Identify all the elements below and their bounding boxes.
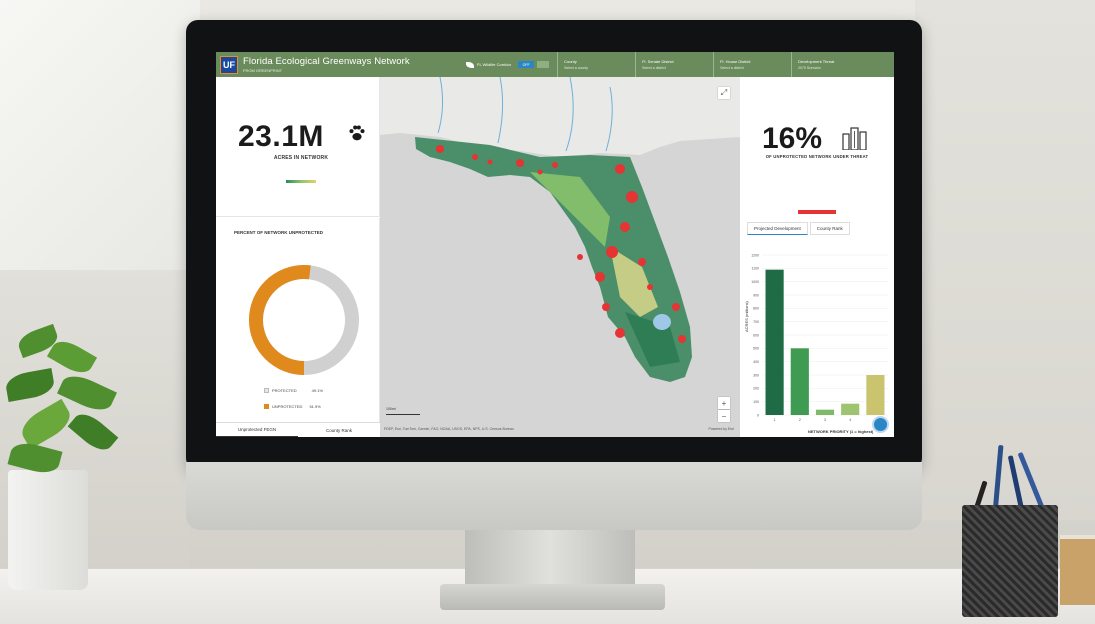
dashboard-screen: UF Florida Ecological Greenways Network … bbox=[216, 52, 894, 437]
toggle-label: FL Wildlife Corridor bbox=[477, 62, 512, 67]
filter-development-threat[interactable]: Development Threat 2070 Scenario bbox=[792, 52, 869, 77]
filter-label: Fl. House District bbox=[720, 59, 751, 64]
y-tick-label: 1100 bbox=[751, 267, 759, 271]
filter-value: 2070 Scenario bbox=[798, 66, 821, 70]
threat-bar bbox=[798, 210, 836, 214]
development-bar-chart[interactable]: 0 100 200 300 400 500 600 700 800 900 1000 1100 1200… bbox=[740, 237, 894, 437]
filter-label: County bbox=[564, 59, 577, 64]
bar-priority-3 bbox=[815, 409, 835, 415]
app-header: UF Florida Ecological Greenways Network … bbox=[216, 52, 894, 77]
swatch-unprotected bbox=[264, 404, 269, 409]
filter-value: Select a district bbox=[720, 66, 744, 70]
filter-label: Fl. Senate District bbox=[642, 59, 674, 64]
acres-stat: 23.1M bbox=[238, 120, 324, 153]
filter-house-district[interactable]: Fl. House District Select a district bbox=[714, 52, 791, 77]
left-tabs: Unprotected FEGN County Rank bbox=[216, 422, 380, 437]
y-tick-label: 1000 bbox=[751, 280, 759, 284]
app-subtitle: FROM GREENPRINT bbox=[243, 68, 283, 73]
tab-unprotected-fegn[interactable]: Unprotected FEGN bbox=[216, 423, 298, 437]
y-tick-label: 0 bbox=[757, 413, 759, 417]
background-wall-right bbox=[915, 0, 1095, 520]
paw-icon bbox=[349, 125, 365, 141]
leaf-icon bbox=[466, 61, 474, 68]
bar-priority-2 bbox=[790, 348, 809, 415]
filter-senate-district[interactable]: Fl. Senate District Select a district bbox=[636, 52, 713, 77]
x-tick-label: 2 bbox=[799, 418, 801, 422]
swatch-protected bbox=[264, 388, 269, 393]
x-tick-label: 1 bbox=[774, 418, 776, 422]
right-tabs: Projected Development County Rank bbox=[747, 222, 850, 235]
filter-county[interactable]: County Select a county bbox=[558, 52, 635, 77]
y-tick-label: 100 bbox=[753, 400, 759, 404]
map-powered-by[interactable]: Powered by Esri bbox=[709, 427, 734, 431]
pen-cup bbox=[962, 505, 1058, 617]
y-tick-label: 1200 bbox=[751, 253, 759, 257]
map-attribution: FDEP, Esri, TomTom, Garmin, FAO, NOAA, U… bbox=[384, 427, 514, 431]
bar-priority-5 bbox=[866, 375, 885, 415]
donut-title: PERCENT OF NETWORK UNPROTECTED bbox=[234, 230, 324, 235]
wildlife-corridor-toggle[interactable]: FL Wildlife Corridor OFF bbox=[466, 61, 550, 68]
info-fab-button[interactable] bbox=[872, 416, 889, 433]
desk-box bbox=[1060, 535, 1095, 605]
y-axis-label: ACRES (millions) bbox=[744, 300, 749, 332]
y-tick-label: 900 bbox=[753, 293, 759, 297]
lake-okeechobee bbox=[653, 314, 671, 330]
toggle-track[interactable] bbox=[537, 61, 550, 68]
uf-logo[interactable]: UF bbox=[220, 55, 238, 74]
legend-label: UNPROTECTED bbox=[272, 404, 303, 409]
monitor-chin bbox=[186, 462, 922, 530]
filter-value: Select a county bbox=[564, 66, 589, 70]
tab-county-rank[interactable]: County Rank bbox=[298, 423, 380, 437]
y-tick-label: 300 bbox=[753, 373, 759, 377]
map-canvas[interactable] bbox=[380, 77, 740, 437]
filter-label: Development Threat bbox=[798, 59, 835, 64]
map-scale-bar: 100mi bbox=[386, 407, 420, 415]
y-tick-label: 400 bbox=[753, 360, 759, 364]
background-window bbox=[0, 0, 200, 300]
y-tick-label: 200 bbox=[753, 387, 759, 391]
zoom-out-button[interactable]: − bbox=[718, 410, 730, 422]
threat-stat: 16% bbox=[762, 122, 823, 155]
tab-county-rank-right[interactable]: County Rank bbox=[809, 222, 850, 235]
y-tick-label: 500 bbox=[753, 347, 759, 351]
y-tick-label: 600 bbox=[753, 333, 759, 337]
toggle-off-button[interactable]: OFF bbox=[518, 61, 535, 68]
florida-map[interactable]: ⤢ + − 100mi FDEP, Esri, TomTom, Garmin, … bbox=[380, 77, 740, 437]
bar-priority-4 bbox=[841, 403, 860, 415]
unprotected-donut-chart[interactable] bbox=[244, 260, 364, 380]
tab-projected-development[interactable]: Projected Development bbox=[747, 222, 808, 235]
expand-map-button[interactable]: ⤢ bbox=[718, 87, 730, 99]
legend-value: 51.9% bbox=[309, 404, 321, 409]
legend-protected: PROTECTED 49.1% bbox=[264, 388, 323, 393]
x-tick-label: 4 bbox=[849, 418, 851, 422]
y-tick-label: 700 bbox=[753, 320, 759, 324]
acres-caption: ACRES IN NETWORK bbox=[273, 155, 329, 161]
legend-unprotected: UNPROTECTED 51.9% bbox=[264, 404, 321, 409]
legend-value: 49.1% bbox=[311, 388, 324, 393]
app-title: Florida Ecological Greenways Network bbox=[243, 56, 410, 67]
filter-value: Select a district bbox=[642, 66, 666, 70]
network-color-ramp bbox=[286, 180, 316, 183]
threat-caption: OF UNPROTECTED NETWORK UNDER THREAT bbox=[765, 154, 869, 159]
x-axis-label: NETWORK PRIORITY (1 = highest) bbox=[808, 429, 874, 434]
x-tick-label: 3 bbox=[824, 418, 826, 422]
building-icon bbox=[842, 127, 867, 150]
plant-pot bbox=[8, 470, 88, 590]
monitor-stand bbox=[465, 530, 635, 588]
legend-label: PROTECTED bbox=[272, 388, 297, 393]
monitor-stand-base bbox=[440, 584, 665, 610]
y-tick-label: 800 bbox=[753, 307, 759, 311]
zoom-in-button[interactable]: + bbox=[718, 397, 730, 409]
bar-priority-1 bbox=[765, 269, 784, 415]
